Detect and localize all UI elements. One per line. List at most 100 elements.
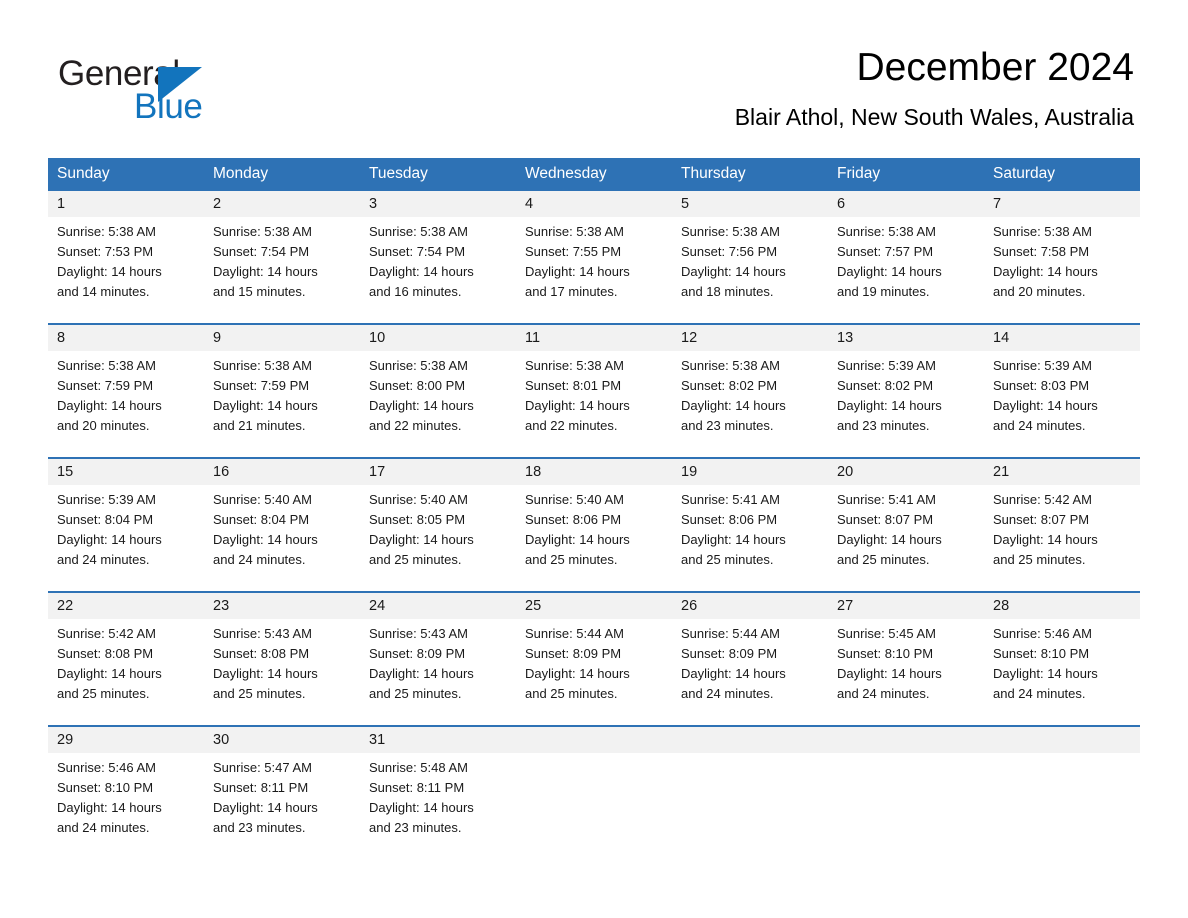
- day-cell[interactable]: 23 Sunrise: 5:43 AM Sunset: 8:08 PM Dayl…: [204, 591, 360, 726]
- day-number: 23: [204, 593, 360, 619]
- daylight-text-line1: Daylight: 14 hours: [993, 532, 1098, 547]
- day-number: 21: [984, 459, 1140, 485]
- sunrise-text: Sunrise: 5:38 AM: [213, 358, 312, 373]
- day-number: 10: [360, 325, 516, 351]
- day-details: Sunrise: 5:39 AM Sunset: 8:03 PM Dayligh…: [984, 351, 1140, 436]
- day-cell[interactable]: 27 Sunrise: 5:45 AM Sunset: 8:10 PM Dayl…: [828, 591, 984, 726]
- day-details: Sunrise: 5:38 AM Sunset: 8:01 PM Dayligh…: [516, 351, 672, 436]
- day-details: Sunrise: 5:46 AM Sunset: 8:10 PM Dayligh…: [984, 619, 1140, 704]
- day-cell[interactable]: 12 Sunrise: 5:38 AM Sunset: 8:02 PM Dayl…: [672, 323, 828, 458]
- day-details: Sunrise: 5:40 AM Sunset: 8:05 PM Dayligh…: [360, 485, 516, 570]
- day-cell-empty: [516, 725, 672, 860]
- daylight-text-line2: and 24 minutes.: [837, 686, 930, 701]
- sunrise-text: Sunrise: 5:44 AM: [525, 626, 624, 641]
- day-details: Sunrise: 5:44 AM Sunset: 8:09 PM Dayligh…: [672, 619, 828, 704]
- sunset-text: Sunset: 8:08 PM: [57, 646, 154, 661]
- day-cell[interactable]: 7 Sunrise: 5:38 AM Sunset: 7:58 PM Dayli…: [984, 189, 1140, 324]
- day-cell[interactable]: 21 Sunrise: 5:42 AM Sunset: 8:07 PM Dayl…: [984, 457, 1140, 592]
- day-cell[interactable]: 1 Sunrise: 5:38 AM Sunset: 7:53 PM Dayli…: [48, 189, 204, 324]
- daylight-text-line1: Daylight: 14 hours: [213, 532, 318, 547]
- calendar-week-row: 22 Sunrise: 5:42 AM Sunset: 8:08 PM Dayl…: [48, 591, 1140, 726]
- weekday-header-wednesday: Wednesday: [516, 158, 672, 190]
- day-cell[interactable]: 6 Sunrise: 5:38 AM Sunset: 7:57 PM Dayli…: [828, 189, 984, 324]
- daylight-text-line2: and 22 minutes.: [525, 418, 618, 433]
- day-cell[interactable]: 20 Sunrise: 5:41 AM Sunset: 8:07 PM Dayl…: [828, 457, 984, 592]
- day-number: 28: [984, 593, 1140, 619]
- day-details: Sunrise: 5:41 AM Sunset: 8:07 PM Dayligh…: [828, 485, 984, 570]
- day-cell[interactable]: 10 Sunrise: 5:38 AM Sunset: 8:00 PM Dayl…: [360, 323, 516, 458]
- sunrise-text: Sunrise: 5:39 AM: [993, 358, 1092, 373]
- sunrise-text: Sunrise: 5:38 AM: [993, 224, 1092, 239]
- day-number: 22: [48, 593, 204, 619]
- day-cell[interactable]: 24 Sunrise: 5:43 AM Sunset: 8:09 PM Dayl…: [360, 591, 516, 726]
- day-cell[interactable]: 30 Sunrise: 5:47 AM Sunset: 8:11 PM Dayl…: [204, 725, 360, 860]
- day-cell[interactable]: 26 Sunrise: 5:44 AM Sunset: 8:09 PM Dayl…: [672, 591, 828, 726]
- sunset-text: Sunset: 8:11 PM: [213, 780, 309, 795]
- day-cell[interactable]: 2 Sunrise: 5:38 AM Sunset: 7:54 PM Dayli…: [204, 189, 360, 324]
- generalblue-logo[interactable]: General Blue: [58, 54, 378, 144]
- day-cell[interactable]: 13 Sunrise: 5:39 AM Sunset: 8:02 PM Dayl…: [828, 323, 984, 458]
- page-subtitle: Blair Athol, New South Wales, Australia: [734, 104, 1134, 130]
- daylight-text-line2: and 24 minutes.: [57, 820, 150, 835]
- sunset-text: Sunset: 7:58 PM: [993, 244, 1090, 259]
- sunrise-text: Sunrise: 5:38 AM: [525, 358, 624, 373]
- day-details: Sunrise: 5:39 AM Sunset: 8:02 PM Dayligh…: [828, 351, 984, 436]
- daylight-text-line1: Daylight: 14 hours: [993, 398, 1098, 413]
- daylight-text-line2: and 20 minutes.: [993, 284, 1086, 299]
- sunrise-text: Sunrise: 5:42 AM: [993, 492, 1092, 507]
- day-cell[interactable]: 16 Sunrise: 5:40 AM Sunset: 8:04 PM Dayl…: [204, 457, 360, 592]
- day-cell[interactable]: 19 Sunrise: 5:41 AM Sunset: 8:06 PM Dayl…: [672, 457, 828, 592]
- daylight-text-line2: and 23 minutes.: [369, 820, 462, 835]
- day-cell[interactable]: 29 Sunrise: 5:46 AM Sunset: 8:10 PM Dayl…: [48, 725, 204, 860]
- day-cell[interactable]: 18 Sunrise: 5:40 AM Sunset: 8:06 PM Dayl…: [516, 457, 672, 592]
- day-details: Sunrise: 5:38 AM Sunset: 7:57 PM Dayligh…: [828, 217, 984, 302]
- sunrise-text: Sunrise: 5:38 AM: [681, 358, 780, 373]
- day-cell[interactable]: 9 Sunrise: 5:38 AM Sunset: 7:59 PM Dayli…: [204, 323, 360, 458]
- day-cell[interactable]: 5 Sunrise: 5:38 AM Sunset: 7:56 PM Dayli…: [672, 189, 828, 324]
- weekday-header-friday: Friday: [828, 158, 984, 190]
- day-cell[interactable]: 4 Sunrise: 5:38 AM Sunset: 7:55 PM Dayli…: [516, 189, 672, 324]
- sunset-text: Sunset: 7:57 PM: [837, 244, 934, 259]
- day-cell[interactable]: 25 Sunrise: 5:44 AM Sunset: 8:09 PM Dayl…: [516, 591, 672, 726]
- daylight-text-line2: and 25 minutes.: [213, 686, 306, 701]
- day-number: 19: [672, 459, 828, 485]
- daylight-text-line2: and 15 minutes.: [213, 284, 306, 299]
- daylight-text-line1: Daylight: 14 hours: [57, 666, 162, 681]
- day-details: Sunrise: 5:38 AM Sunset: 7:56 PM Dayligh…: [672, 217, 828, 302]
- day-cell[interactable]: 3 Sunrise: 5:38 AM Sunset: 7:54 PM Dayli…: [360, 189, 516, 324]
- sunset-text: Sunset: 8:10 PM: [837, 646, 934, 661]
- daylight-text-line1: Daylight: 14 hours: [525, 666, 630, 681]
- day-details: Sunrise: 5:40 AM Sunset: 8:06 PM Dayligh…: [516, 485, 672, 570]
- day-cell[interactable]: 17 Sunrise: 5:40 AM Sunset: 8:05 PM Dayl…: [360, 457, 516, 592]
- day-details: Sunrise: 5:38 AM Sunset: 7:59 PM Dayligh…: [204, 351, 360, 436]
- day-cell-empty: [984, 725, 1140, 860]
- day-number: [516, 727, 672, 753]
- day-cell[interactable]: 28 Sunrise: 5:46 AM Sunset: 8:10 PM Dayl…: [984, 591, 1140, 726]
- day-cell[interactable]: 15 Sunrise: 5:39 AM Sunset: 8:04 PM Dayl…: [48, 457, 204, 592]
- daylight-text-line2: and 25 minutes.: [369, 552, 462, 567]
- day-cell[interactable]: 11 Sunrise: 5:38 AM Sunset: 8:01 PM Dayl…: [516, 323, 672, 458]
- sunset-text: Sunset: 8:08 PM: [213, 646, 310, 661]
- day-details: Sunrise: 5:43 AM Sunset: 8:08 PM Dayligh…: [204, 619, 360, 704]
- daylight-text-line1: Daylight: 14 hours: [369, 264, 474, 279]
- day-cell[interactable]: 31 Sunrise: 5:48 AM Sunset: 8:11 PM Dayl…: [360, 725, 516, 860]
- day-cell[interactable]: 22 Sunrise: 5:42 AM Sunset: 8:08 PM Dayl…: [48, 591, 204, 726]
- calendar-week-row: 15 Sunrise: 5:39 AM Sunset: 8:04 PM Dayl…: [48, 457, 1140, 592]
- daylight-text-line1: Daylight: 14 hours: [681, 398, 786, 413]
- calendar-page: General Blue December 2024 Blair Athol, …: [0, 0, 1188, 918]
- daylight-text-line2: and 24 minutes.: [993, 686, 1086, 701]
- day-details: Sunrise: 5:39 AM Sunset: 8:04 PM Dayligh…: [48, 485, 204, 570]
- day-number: 30: [204, 727, 360, 753]
- daylight-text-line1: Daylight: 14 hours: [681, 666, 786, 681]
- daylight-text-line2: and 25 minutes.: [993, 552, 1086, 567]
- day-details: Sunrise: 5:42 AM Sunset: 8:07 PM Dayligh…: [984, 485, 1140, 570]
- daylight-text-line2: and 24 minutes.: [681, 686, 774, 701]
- day-cell[interactable]: 8 Sunrise: 5:38 AM Sunset: 7:59 PM Dayli…: [48, 323, 204, 458]
- brand-name-blue: Blue: [134, 87, 203, 126]
- weekday-header-thursday: Thursday: [672, 158, 828, 190]
- day-cell[interactable]: 14 Sunrise: 5:39 AM Sunset: 8:03 PM Dayl…: [984, 323, 1140, 458]
- day-number: 12: [672, 325, 828, 351]
- daylight-text-line2: and 25 minutes.: [837, 552, 930, 567]
- sunrise-text: Sunrise: 5:40 AM: [369, 492, 468, 507]
- day-number: 8: [48, 325, 204, 351]
